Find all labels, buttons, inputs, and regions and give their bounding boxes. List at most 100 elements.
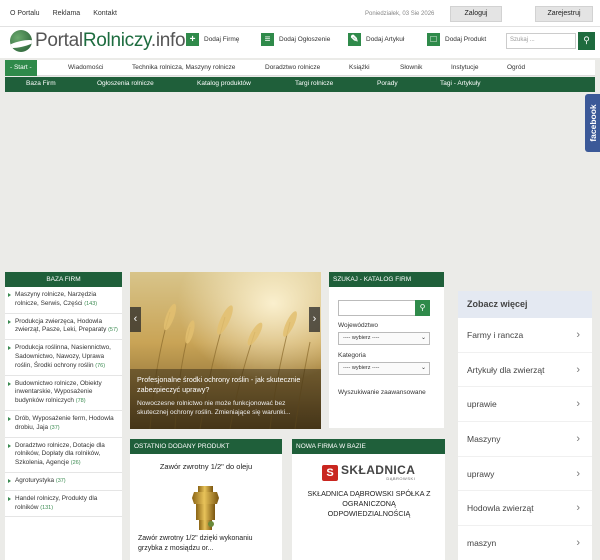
main-nav: - Start - Wiadomości Technika rolnicza, … bbox=[5, 60, 595, 76]
facebook-tab[interactable]: facebook bbox=[585, 94, 600, 152]
firm-name[interactable]: SKŁADNICA DĄBROWSKI SPÓŁKA Z OGRANICZONĄ… bbox=[300, 489, 438, 519]
nav-ksiazki[interactable]: Książki bbox=[349, 64, 370, 71]
login-button[interactable]: Zaloguj bbox=[450, 6, 502, 22]
list-item[interactable]: Doradztwo rolnicze, Dotacje dla rolników… bbox=[5, 438, 122, 473]
see-more-item[interactable]: Maszyny › bbox=[458, 422, 592, 457]
firm-search-title: SZUKAJ - KATALOG FIRM bbox=[329, 272, 444, 287]
firm-database-title: BAZA FIRM bbox=[5, 272, 122, 287]
add-article-button[interactable]: ✎ Dodaj Artykuł bbox=[348, 33, 404, 46]
product-name[interactable]: Zawór zwrotny 1/2" do oleju bbox=[130, 462, 282, 471]
search-icon: ⚲ bbox=[419, 303, 426, 312]
chevron-down-icon: ⌄ bbox=[420, 365, 426, 371]
slider-title[interactable]: Profesjonalne środki ochrony roślin - ja… bbox=[137, 375, 314, 394]
link-reklama[interactable]: Reklama bbox=[53, 10, 81, 17]
logo-text-rolniczy: Rolniczy bbox=[82, 30, 151, 51]
add-firm-button[interactable]: + Dodaj Firmę bbox=[186, 33, 239, 46]
featured-slider[interactable]: ‹ › Profesjonalne środki ochrony roślin … bbox=[130, 272, 321, 429]
add-product-button[interactable]: □ Dodaj Produkt bbox=[427, 33, 486, 46]
nav-targi[interactable]: Targi rolnicze bbox=[295, 80, 333, 87]
see-more-item[interactable]: Artykuły dla zwierząt › bbox=[458, 353, 592, 388]
see-more-item[interactable]: uprawy › bbox=[458, 457, 592, 492]
top-links: O Portalu Reklama Kontakt bbox=[10, 10, 117, 17]
nav-instytucje[interactable]: Instytucje bbox=[451, 64, 478, 71]
search-icon: ⚲ bbox=[583, 35, 590, 45]
chevron-right-icon: › bbox=[312, 313, 317, 325]
slider-caption: Profesjonalne środki ochrony roślin - ja… bbox=[130, 369, 321, 429]
slider-prev-button[interactable]: ‹ bbox=[130, 307, 141, 332]
current-date: Poniedziałek, 03 Sie 2026 bbox=[365, 11, 435, 17]
nav-ogloszenia[interactable]: Ogłoszenia rolnicze bbox=[97, 80, 154, 87]
edit-icon: ✎ bbox=[348, 33, 361, 46]
search-input[interactable]: Szukaj ... bbox=[506, 33, 576, 49]
nav-wiadomosci[interactable]: Wiadomości bbox=[68, 64, 103, 71]
header: PortalRolniczy.info + Dodaj Firmę ≡ Doda… bbox=[0, 27, 600, 58]
slider-text: Nowoczesne rolnictwo nie może funkcjonow… bbox=[137, 400, 291, 416]
see-more-item[interactable]: uprawie › bbox=[458, 387, 592, 423]
facebook-label: facebook bbox=[587, 104, 598, 142]
see-more-title: Zobacz więcej bbox=[458, 291, 592, 318]
see-more-item[interactable]: maszyn › bbox=[458, 526, 592, 560]
add-ad-button[interactable]: ≡ Dodaj Ogłoszenie bbox=[261, 33, 330, 46]
nav-start[interactable]: - Start - bbox=[5, 60, 37, 76]
see-more-item[interactable]: Farmy i rancza › bbox=[458, 318, 592, 353]
nav-baza-firm[interactable]: Baza Firm bbox=[26, 80, 56, 87]
chevron-left-icon: ‹ bbox=[133, 313, 138, 325]
product-description: Zawór zwrotny 1/2" dzięki wykonaniu grzy… bbox=[138, 535, 253, 552]
nav-katalog[interactable]: Katalog produktów bbox=[197, 80, 251, 87]
category-select[interactable]: ---- wybierz ---- ⌄ bbox=[338, 362, 430, 375]
search-button[interactable]: ⚲ bbox=[578, 32, 595, 50]
list-item[interactable]: Drób, Wyposażenie ferm, Hodowla drobiu, … bbox=[5, 411, 122, 438]
link-o-portalu[interactable]: O Portalu bbox=[10, 10, 40, 17]
list-item[interactable]: Produkcja roślinna, Nasiennictwo, Sadown… bbox=[5, 340, 122, 376]
firm-logo-letter: S bbox=[322, 465, 338, 481]
nav-slownik[interactable]: Słownik bbox=[400, 64, 422, 71]
firm-search-input[interactable] bbox=[338, 300, 416, 316]
voivodeship-label: Województwo bbox=[338, 322, 378, 329]
logo-text-portal: Portal bbox=[35, 30, 83, 51]
nav-porady[interactable]: Porady bbox=[377, 80, 398, 87]
firm-logo[interactable]: S SKŁADNICA DĄBROWSKI bbox=[322, 463, 416, 481]
see-more-panel: Zobacz więcej Farmy i rancza › Artykuły d… bbox=[458, 291, 592, 560]
top-bar: O Portalu Reklama Kontakt Poniedziałek, … bbox=[0, 0, 600, 27]
nav-ogrod[interactable]: Ogród bbox=[507, 64, 525, 71]
category-label: Kategoria bbox=[338, 352, 366, 359]
plus-icon: + bbox=[186, 33, 199, 46]
chevron-down-icon: ⌄ bbox=[420, 335, 426, 341]
advanced-search-link[interactable]: Wyszukiwanie zaawansowane bbox=[338, 389, 426, 396]
nav-technika[interactable]: Technika rolnicza, Maszyny rolnicze bbox=[132, 64, 235, 71]
firm-logo-name: SKŁADNICA bbox=[341, 463, 416, 477]
latest-product-title: OSTATNIO DODANY PRODUKT bbox=[130, 439, 282, 454]
voivodeship-select[interactable]: ---- wybierz ---- ⌄ bbox=[338, 332, 430, 345]
valve-image[interactable] bbox=[190, 486, 221, 532]
firm-database-panel: BAZA FIRM Maszyny rolnicze, Narzędzia ro… bbox=[5, 272, 122, 560]
see-more-item[interactable]: Hodowla zwierząt › bbox=[458, 491, 592, 527]
logo-globe-icon bbox=[10, 30, 32, 52]
logo[interactable]: PortalRolniczy.info bbox=[10, 30, 186, 52]
list-item[interactable]: Agroturystyka (37) bbox=[5, 473, 122, 491]
nav-tagi[interactable]: Tagi - Artykuły bbox=[440, 80, 480, 87]
chevron-right-icon: › bbox=[576, 537, 580, 550]
logo-text-info: .info bbox=[150, 30, 186, 51]
chevron-right-icon: › bbox=[576, 398, 580, 411]
link-kontakt[interactable]: Kontakt bbox=[93, 10, 117, 17]
list-item[interactable]: Budownictwo rolnicze, Obiekty inwentarsk… bbox=[5, 376, 122, 411]
nav-doradztwo[interactable]: Doradztwo rolnicze bbox=[265, 64, 320, 71]
secondary-nav: Baza Firm Ogłoszenia rolnicze Katalog pr… bbox=[5, 77, 595, 92]
list-item[interactable]: Produkcja zwierzęca, Hodowla zwierząt, P… bbox=[5, 314, 122, 341]
register-button[interactable]: Zarejestruj bbox=[535, 6, 593, 22]
chevron-right-icon: › bbox=[576, 467, 580, 480]
firm-search-button[interactable]: ⚲ bbox=[415, 300, 430, 316]
chevron-right-icon: › bbox=[576, 433, 580, 446]
new-firm-panel: NOWA FIRMA W BAZIE S SKŁADNICA DĄBROWSKI… bbox=[292, 439, 445, 560]
chevron-right-icon: › bbox=[576, 329, 580, 341]
firm-search-panel: SZUKAJ - KATALOG FIRM ⚲ Województwo ----… bbox=[329, 272, 444, 428]
slider-next-button[interactable]: › bbox=[309, 307, 320, 332]
list-item[interactable]: Handel rolniczy, Produkty dla rolników (… bbox=[5, 491, 122, 518]
box-icon: □ bbox=[427, 33, 440, 46]
list-item[interactable]: Maszyny rolnicze, Narzędzia rolnicze, Se… bbox=[5, 287, 122, 314]
chevron-right-icon: › bbox=[576, 363, 580, 376]
latest-product-panel: OSTATNIO DODANY PRODUKT Zawór zwrotny 1/… bbox=[130, 439, 282, 560]
list-icon: ≡ bbox=[261, 33, 274, 46]
new-firm-title: NOWA FIRMA W BAZIE bbox=[292, 439, 445, 454]
chevron-right-icon: › bbox=[576, 502, 580, 515]
